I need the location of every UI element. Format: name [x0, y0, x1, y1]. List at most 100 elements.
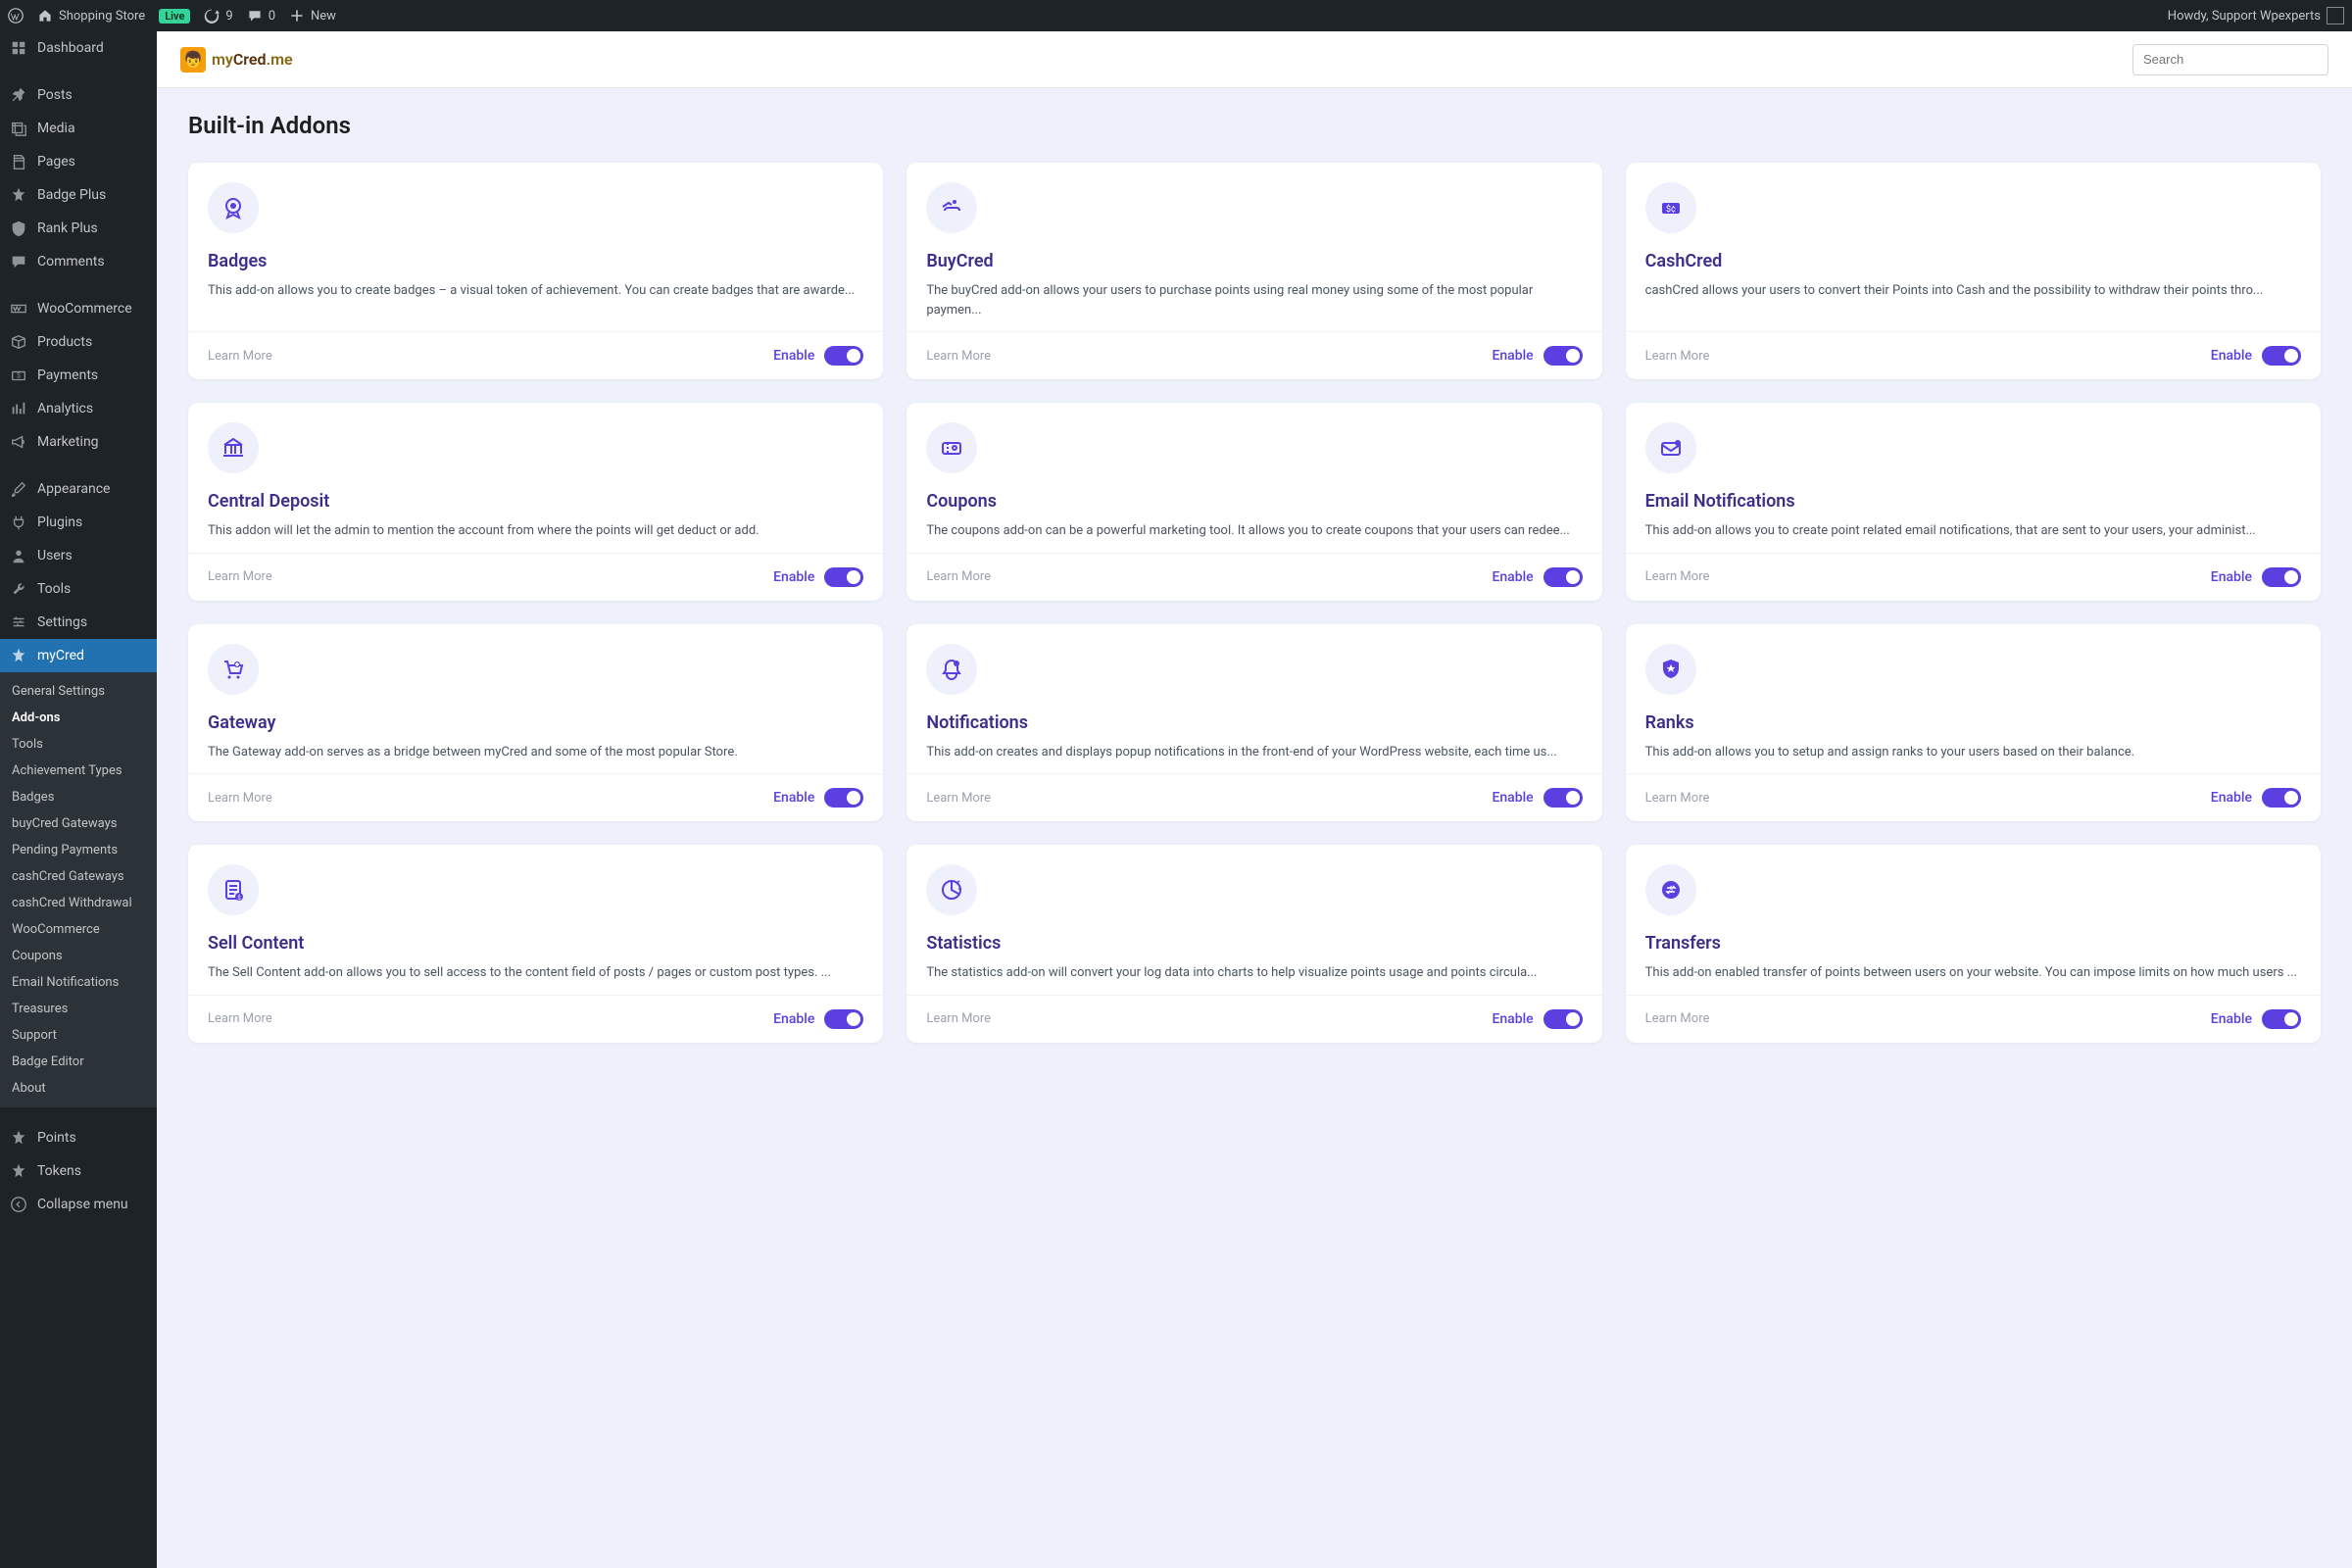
- learn-more-link[interactable]: Learn More: [1645, 349, 1710, 364]
- learn-more-link[interactable]: Learn More: [926, 791, 991, 806]
- enable-toggle[interactable]: [1544, 788, 1583, 808]
- new-content[interactable]: New: [289, 8, 336, 24]
- menu-label: Comments: [37, 254, 105, 270]
- wordpress-icon: [8, 8, 24, 24]
- submenu-pending-payments[interactable]: Pending Payments: [0, 837, 157, 863]
- submenu-email-notifications[interactable]: Email Notifications: [0, 969, 157, 996]
- menu-item-collapse-menu[interactable]: Collapse menu: [0, 1188, 157, 1221]
- megaphone-icon: [10, 433, 27, 451]
- learn-more-link[interactable]: Learn More: [926, 349, 991, 364]
- menu-item-rank-plus[interactable]: Rank Plus: [0, 212, 157, 245]
- learn-more-link[interactable]: Learn More: [208, 1011, 272, 1026]
- submenu-general-settings[interactable]: General Settings: [0, 678, 157, 705]
- menu-item-tokens[interactable]: Tokens: [0, 1154, 157, 1188]
- updates-count: 9: [225, 9, 232, 24]
- menu-item-media[interactable]: Media: [0, 112, 157, 145]
- submenu-woocommerce[interactable]: WooCommerce: [0, 916, 157, 943]
- shield-icon: [10, 220, 27, 237]
- menu-item-comments[interactable]: Comments: [0, 245, 157, 278]
- bank-icon: [208, 422, 259, 473]
- learn-more-link[interactable]: Learn More: [208, 569, 272, 584]
- enable-toggle[interactable]: [824, 346, 863, 366]
- wp-logo[interactable]: [8, 8, 24, 24]
- enable-toggle[interactable]: [2262, 567, 2301, 587]
- enable-toggle[interactable]: [1544, 1009, 1583, 1029]
- menu-label: myCred: [37, 648, 84, 663]
- comments[interactable]: 0: [247, 8, 275, 24]
- addon-card-badges: BadgesThis add-on allows you to create b…: [188, 163, 883, 379]
- menu-item-users[interactable]: Users: [0, 539, 157, 572]
- enable-toggle[interactable]: [2262, 1009, 2301, 1029]
- menu-item-appearance[interactable]: Appearance: [0, 472, 157, 506]
- enable-toggle[interactable]: [2262, 346, 2301, 366]
- enable-toggle[interactable]: [824, 788, 863, 808]
- updates[interactable]: 9: [204, 8, 232, 24]
- enable-toggle[interactable]: [1544, 346, 1583, 366]
- addon-description: The buyCred add-on allows your users to …: [926, 281, 1582, 319]
- menu-item-analytics[interactable]: Analytics: [0, 392, 157, 425]
- learn-more-link[interactable]: Learn More: [1645, 569, 1710, 584]
- learn-more-link[interactable]: Learn More: [1645, 1011, 1710, 1026]
- learn-more-link[interactable]: Learn More: [1645, 791, 1710, 806]
- enable-label: Enable: [773, 790, 814, 806]
- addon-title: Transfers: [1645, 933, 2301, 954]
- learn-more-link[interactable]: Learn More: [208, 791, 272, 806]
- pin-icon: [10, 86, 27, 104]
- transfer-icon: $: [1645, 864, 1696, 915]
- search-input[interactable]: [2132, 44, 2328, 75]
- svg-text:$¢: $¢: [1666, 204, 1676, 215]
- submenu-tools[interactable]: Tools: [0, 731, 157, 758]
- menu-item-woocommerce[interactable]: WooCommerce: [0, 292, 157, 325]
- enable-toggle[interactable]: [2262, 788, 2301, 808]
- star-icon: [10, 647, 27, 664]
- submenu-cashcred-gateways[interactable]: cashCred Gateways: [0, 863, 157, 890]
- star-icon: [10, 1129, 27, 1147]
- menu-item-points[interactable]: Points: [0, 1121, 157, 1154]
- menu-item-marketing[interactable]: Marketing: [0, 425, 157, 459]
- addon-card-transfers: $TransfersThis add-on enabled transfer o…: [1626, 845, 2321, 1043]
- learn-more-link[interactable]: Learn More: [926, 569, 991, 584]
- live-badge: Live: [159, 9, 190, 24]
- submenu-achievement-types[interactable]: Achievement Types: [0, 758, 157, 784]
- menu-item-tools[interactable]: Tools: [0, 572, 157, 606]
- menu-label: Posts: [37, 87, 73, 103]
- menu-item-payments[interactable]: $Payments: [0, 359, 157, 392]
- submenu-badge-editor[interactable]: Badge Editor: [0, 1049, 157, 1075]
- menu-item-settings[interactable]: Settings: [0, 606, 157, 639]
- pie-icon: [926, 864, 977, 915]
- submenu-cashcred-withdrawal[interactable]: cashCred Withdrawal: [0, 890, 157, 916]
- addon-description: This add-on allows you to create badges …: [208, 281, 863, 301]
- addon-description: This add-on creates and displays popup n…: [926, 743, 1582, 762]
- enable-toggle[interactable]: [824, 1009, 863, 1029]
- box-icon: [10, 333, 27, 351]
- enable-label: Enable: [1492, 1011, 1533, 1027]
- submenu-support[interactable]: Support: [0, 1022, 157, 1049]
- menu-item-pages[interactable]: Pages: [0, 145, 157, 178]
- addon-description: This addon will let the admin to mention…: [208, 521, 863, 541]
- ticket-icon: [926, 422, 977, 473]
- learn-more-link[interactable]: Learn More: [208, 349, 272, 364]
- menu-item-products[interactable]: Products: [0, 325, 157, 359]
- submenu-badges[interactable]: Badges: [0, 784, 157, 810]
- enable-label: Enable: [773, 569, 814, 585]
- enable-toggle[interactable]: [1544, 567, 1583, 587]
- menu-item-mycred[interactable]: myCred: [0, 639, 157, 672]
- enable-toggle[interactable]: [824, 567, 863, 587]
- comment-icon: [247, 8, 263, 24]
- learn-more-link[interactable]: Learn More: [926, 1011, 991, 1026]
- submenu-buycred-gateways[interactable]: buyCred Gateways: [0, 810, 157, 837]
- addon-title: Notifications: [926, 712, 1582, 733]
- site-name[interactable]: Shopping Store: [37, 8, 145, 24]
- menu-item-posts[interactable]: Posts: [0, 78, 157, 112]
- addon-description: cashCred allows your users to convert th…: [1645, 281, 2301, 301]
- submenu-add-ons[interactable]: Add-ons: [0, 705, 157, 731]
- menu-item-plugins[interactable]: Plugins: [0, 506, 157, 539]
- user-menu[interactable]: Howdy, Support Wpexperts: [2168, 7, 2344, 24]
- submenu-coupons[interactable]: Coupons: [0, 943, 157, 969]
- menu-item-badge-plus[interactable]: Badge Plus: [0, 178, 157, 212]
- menu-item-dashboard[interactable]: Dashboard: [0, 31, 157, 65]
- submenu-about[interactable]: About: [0, 1075, 157, 1102]
- chart-icon: [10, 400, 27, 417]
- submenu-treasures[interactable]: Treasures: [0, 996, 157, 1022]
- addon-card-email-notifications: Email NotificationsThis add-on allows yo…: [1626, 403, 2321, 601]
